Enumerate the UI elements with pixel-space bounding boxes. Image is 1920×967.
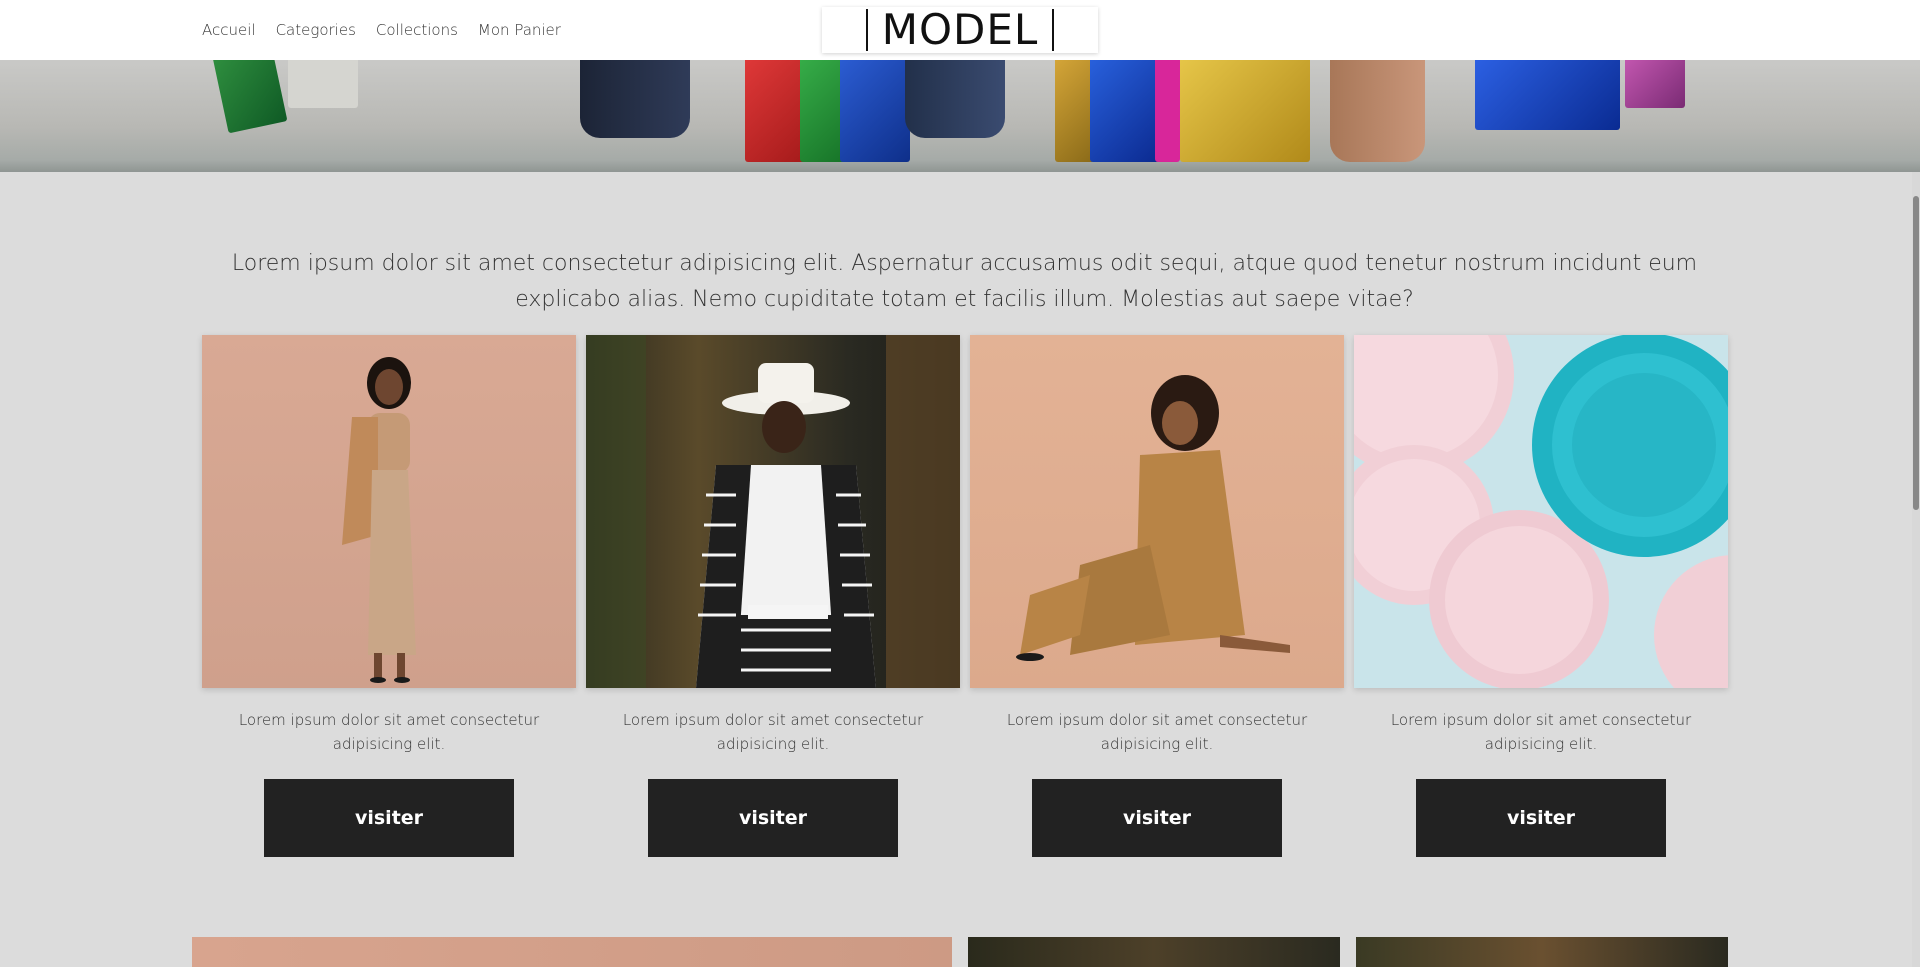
seated-woman-illustration — [1016, 375, 1290, 661]
visiter-button[interactable]: visiter — [1032, 779, 1282, 857]
shopping-bag-shape — [1055, 60, 1095, 162]
next-row-image[interactable] — [192, 937, 952, 967]
shopping-bag-shape — [1090, 60, 1160, 162]
next-row-image[interactable] — [968, 937, 1340, 967]
leg-shape — [1330, 60, 1425, 162]
next-row-image[interactable] — [1356, 937, 1728, 967]
logo-frame: MODEL — [865, 5, 1055, 54]
card-description: Lorem ipsum dolor sit amet consectetur a… — [1006, 711, 1308, 753]
card-description: Lorem ipsum dolor sit amet consectetur a… — [238, 711, 540, 753]
shopping-bag-shape — [840, 60, 910, 162]
site-logo[interactable]: MODEL — [822, 7, 1098, 53]
visiter-button[interactable]: visiter — [648, 779, 898, 857]
product-card: Lorem ipsum dolor sit amet consectetur a… — [202, 335, 576, 857]
shopping-bag-shape — [1180, 60, 1310, 162]
scrollbar-thumb[interactable] — [1913, 196, 1919, 510]
woman-in-white-hat-image[interactable] — [586, 335, 960, 688]
product-card: Lorem ipsum dolor sit amet consectetur a… — [1354, 335, 1728, 857]
shopping-bag-shape — [212, 60, 288, 134]
nav-link-mon-panier[interactable]: Mon Panier — [478, 21, 561, 39]
plates-illustration — [1354, 335, 1728, 688]
nav-link-collections[interactable]: Collections — [376, 21, 458, 39]
product-card: Lorem ipsum dolor sit amet consectetur a… — [970, 335, 1344, 857]
top-header: Accueil Categories Collections Mon Panie… — [0, 0, 1920, 60]
main-nav: Accueil Categories Collections Mon Panie… — [202, 0, 561, 60]
nav-link-categories[interactable]: Categories — [276, 21, 356, 39]
woman-hat-illustration — [586, 335, 960, 688]
hero-banner-image — [0, 60, 1920, 172]
leg-shape — [580, 60, 690, 138]
logo-text: MODEL — [881, 5, 1039, 54]
woman-figure-illustration — [342, 357, 416, 683]
woman-in-beige-dress-image[interactable] — [202, 335, 576, 688]
visiter-button[interactable]: visiter — [1416, 779, 1666, 857]
visiter-button[interactable]: visiter — [264, 779, 514, 857]
card-description: Lorem ipsum dolor sit amet consectetur a… — [1390, 711, 1692, 753]
shopping-bag-shape — [1625, 60, 1685, 108]
shopping-bag-shape — [1475, 60, 1620, 130]
card-description: Lorem ipsum dolor sit amet consectetur a… — [622, 711, 924, 753]
pink-and-blue-plates-image[interactable] — [1354, 335, 1728, 688]
shopping-bag-shape — [1155, 60, 1180, 162]
leg-shape — [905, 60, 1005, 138]
shopping-bag-shape — [288, 60, 358, 108]
product-card: Lorem ipsum dolor sit amet consectetur a… — [586, 335, 960, 857]
woman-in-satin-suit-image[interactable] — [970, 335, 1344, 688]
hero-shadow — [0, 160, 1920, 172]
product-cards-row: Lorem ipsum dolor sit amet consectetur a… — [202, 335, 1728, 857]
intro-paragraph: Lorem ipsum dolor sit amet consectetur a… — [231, 251, 1698, 312]
nav-link-accueil[interactable]: Accueil — [202, 21, 256, 39]
page-scrollbar[interactable] — [1912, 172, 1920, 967]
